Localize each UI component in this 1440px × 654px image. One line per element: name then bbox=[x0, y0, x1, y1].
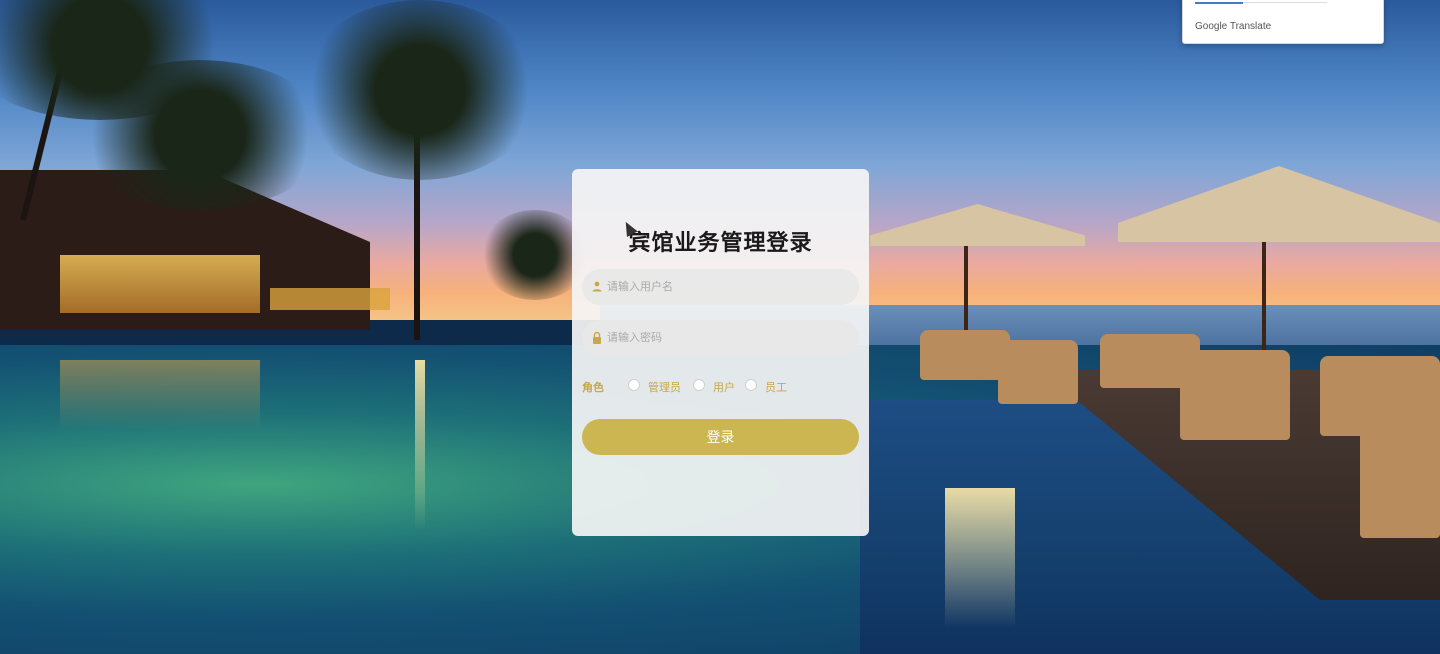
popup-tab-indicator bbox=[1195, 2, 1243, 4]
lounge-chair bbox=[920, 330, 1010, 380]
role-label: 角色 bbox=[582, 382, 604, 394]
role-option-label: 用户 bbox=[713, 382, 735, 394]
username-field[interactable] bbox=[582, 269, 859, 305]
palm-leaves bbox=[300, 0, 540, 180]
login-card: 宾馆业务管理登录 角色 管理员 用户 员 bbox=[572, 169, 869, 536]
password-input[interactable] bbox=[607, 320, 847, 356]
password-field[interactable] bbox=[582, 320, 859, 356]
umbrella-pole bbox=[1262, 242, 1266, 354]
lounge-chair bbox=[998, 340, 1078, 404]
popup-divider bbox=[1243, 2, 1327, 3]
radio-button[interactable] bbox=[745, 379, 757, 391]
username-input[interactable] bbox=[607, 269, 847, 305]
building-lights-2 bbox=[270, 288, 390, 310]
user-icon bbox=[590, 279, 604, 295]
palm-leaves bbox=[70, 60, 330, 210]
role-option-label: 员工 bbox=[765, 382, 787, 394]
light-reflection bbox=[945, 488, 1015, 628]
role-option-label: 管理员 bbox=[648, 382, 681, 394]
lounge-chair bbox=[1360, 378, 1440, 538]
page-title: 宾馆业务管理登录 bbox=[628, 230, 813, 255]
light-reflection bbox=[415, 360, 425, 530]
building-reflection bbox=[60, 360, 260, 430]
google-translate-label: Google Translate bbox=[1195, 21, 1272, 32]
building-lights bbox=[60, 255, 260, 313]
lock-icon bbox=[590, 330, 604, 346]
login-button[interactable]: 登录 bbox=[582, 419, 859, 455]
radio-button[interactable] bbox=[693, 379, 705, 391]
google-translate-popup[interactable]: Google Translate bbox=[1182, 0, 1384, 44]
radio-button[interactable] bbox=[628, 379, 640, 391]
lounge-chair bbox=[1180, 350, 1290, 440]
role-selector: 角色 管理员 用户 员工 bbox=[582, 378, 859, 394]
